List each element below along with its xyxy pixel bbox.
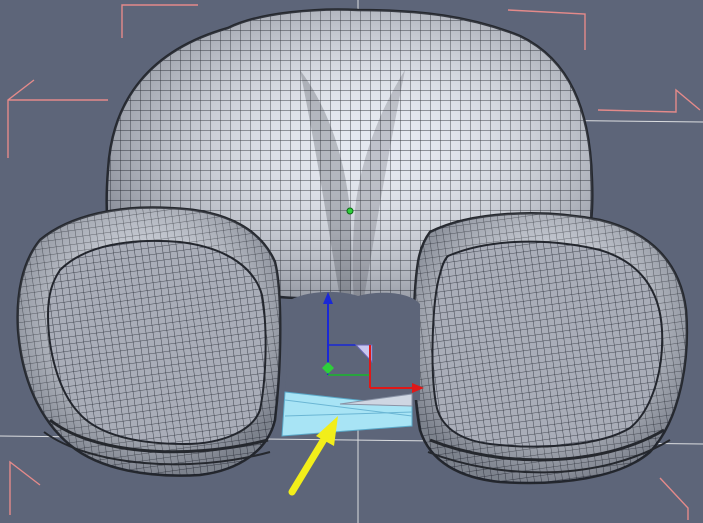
highlighted-cut-plane[interactable] [281, 391, 413, 437]
3d-viewport[interactable] [0, 0, 703, 523]
pivot-point-icon[interactable] [346, 207, 354, 215]
